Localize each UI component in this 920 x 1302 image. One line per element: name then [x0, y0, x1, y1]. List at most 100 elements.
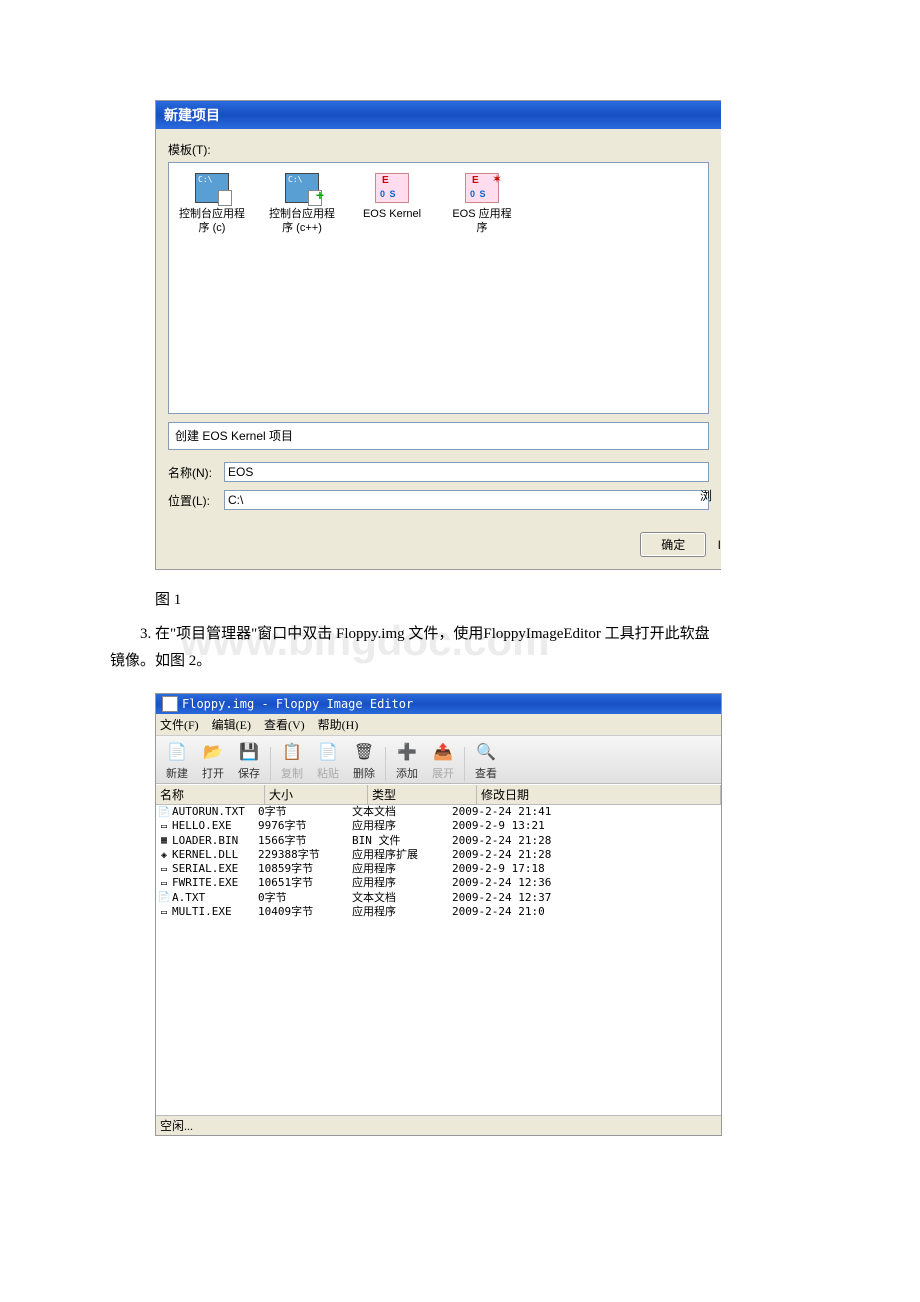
toolbar-separator	[385, 747, 386, 781]
toolbar-粘贴: 📄粘贴	[311, 740, 345, 781]
menu-file[interactable]: 文件(F)	[160, 718, 199, 732]
app-icon	[162, 696, 178, 712]
toolbar-查看[interactable]: 🔍查看	[469, 740, 503, 781]
menu-view[interactable]: 查看(V)	[264, 718, 305, 732]
file-date: 2009-2-9 13:21	[452, 819, 721, 833]
删除-icon: 🗑	[351, 740, 377, 764]
file-type: 应用程序	[352, 862, 452, 876]
file-size: 10651字节	[258, 876, 352, 890]
file-row[interactable]: ▭SERIAL.EXE10859字节应用程序2009-2-9 17:18	[156, 862, 721, 876]
file-name: A.TXT	[172, 891, 258, 905]
file-row[interactable]: ▭FWRITE.EXE10651字节应用程序2009-2-24 12:36	[156, 876, 721, 890]
template-eos-kernel[interactable]: EOS Kernel	[357, 173, 427, 221]
file-icon: 📄	[158, 891, 170, 905]
toolbar-label: 查看	[469, 765, 503, 781]
new-project-dialog: 新建项目 模板(T): 控制台应用程序 (c) + 控制台应用程序 (c++) …	[155, 100, 721, 570]
file-list[interactable]: 📄AUTORUN.TXT0字节文本文档2009-2-24 21:41▭HELLO…	[156, 805, 721, 1115]
toolbar-添加[interactable]: ➕添加	[390, 740, 424, 781]
file-type: 文本文档	[352, 891, 452, 905]
template-description: 创建 EOS Kernel 项目	[168, 422, 709, 450]
file-name: HELLO.EXE	[172, 819, 258, 833]
file-row[interactable]: ◈KERNEL.DLL229388字节应用程序扩展2009-2-24 21:28	[156, 848, 721, 862]
location-label: 位置(L):	[168, 492, 218, 509]
menubar[interactable]: 文件(F) 编辑(E) 查看(V) 帮助(H)	[156, 714, 721, 736]
toolbar-label: 新建	[160, 765, 194, 781]
file-date: 2009-2-9 17:18	[452, 862, 721, 876]
menu-edit[interactable]: 编辑(E)	[212, 718, 251, 732]
file-row[interactable]: ▭MULTI.EXE10409字节应用程序2009-2-24 21:0	[156, 905, 721, 919]
eos-icon	[375, 173, 409, 203]
template-console-c[interactable]: 控制台应用程序 (c)	[177, 173, 247, 236]
templates-label: 模板(T):	[156, 139, 721, 160]
location-row: 位置(L):	[156, 486, 721, 514]
file-size: 10859字节	[258, 862, 352, 876]
file-date: 2009-2-24 21:28	[452, 834, 721, 848]
cancel-stub: I	[718, 538, 721, 552]
file-type: 应用程序扩展	[352, 848, 452, 862]
paragraph-text: 3. 在"项目管理器"窗口中双击 Floppy.img 文件，使用FloppyI…	[110, 626, 710, 669]
file-icon: ▭	[158, 905, 170, 919]
location-input[interactable]	[224, 490, 709, 510]
toolbar-label: 粘贴	[311, 765, 345, 781]
template-label: 控制台应用程序 (c++)	[267, 207, 337, 236]
toolbar-label: 展开	[426, 765, 460, 781]
eos-app-icon: ✶	[465, 173, 499, 203]
file-row[interactable]: 📄A.TXT0字节文本文档2009-2-24 12:37	[156, 891, 721, 905]
col-size[interactable]: 大小	[265, 785, 368, 804]
editor-title: Floppy.img - Floppy Image Editor	[182, 697, 413, 711]
toolbar-label: 保存	[232, 765, 266, 781]
editor-titlebar: Floppy.img - Floppy Image Editor	[156, 694, 721, 714]
展开-icon: 📤	[430, 740, 456, 764]
添加-icon: ➕	[394, 740, 420, 764]
file-size: 0字节	[258, 891, 352, 905]
toolbar-打开[interactable]: 📂打开	[196, 740, 230, 781]
name-input[interactable]	[224, 462, 709, 482]
col-name[interactable]: 名称	[156, 785, 265, 804]
file-type: BIN 文件	[352, 834, 452, 848]
file-name: SERIAL.EXE	[172, 862, 258, 876]
file-icon: ▭	[158, 819, 170, 833]
file-icon: 📄	[158, 805, 170, 819]
browse-button[interactable]: 浏	[700, 487, 712, 504]
toolbar-separator	[270, 747, 271, 781]
toolbar-复制: 📋复制	[275, 740, 309, 781]
file-name: KERNEL.DLL	[172, 848, 258, 862]
file-icon: ▭	[158, 876, 170, 890]
file-type: 应用程序	[352, 905, 452, 919]
file-name: LOADER.BIN	[172, 834, 258, 848]
templates-list[interactable]: 控制台应用程序 (c) + 控制台应用程序 (c++) EOS Kernel ✶…	[168, 162, 709, 414]
file-type: 应用程序	[352, 819, 452, 833]
file-row[interactable]: 📄AUTORUN.TXT0字节文本文档2009-2-24 21:41	[156, 805, 721, 819]
新建-icon: 📄	[164, 740, 190, 764]
file-date: 2009-2-24 21:0	[452, 905, 721, 919]
toolbar-separator	[464, 747, 465, 781]
name-row: 名称(N):	[156, 458, 721, 486]
ok-button[interactable]: 确定	[640, 532, 706, 557]
template-label: EOS 应用程序	[447, 207, 517, 236]
查看-icon: 🔍	[473, 740, 499, 764]
toolbar-保存[interactable]: 💾保存	[232, 740, 266, 781]
file-date: 2009-2-24 12:36	[452, 876, 721, 890]
file-size: 0字节	[258, 805, 352, 819]
file-row[interactable]: ▭HELLO.EXE9976字节应用程序2009-2-9 13:21	[156, 819, 721, 833]
toolbar-删除[interactable]: 🗑删除	[347, 740, 381, 781]
menu-help[interactable]: 帮助(H)	[318, 718, 359, 732]
file-name: AUTORUN.TXT	[172, 805, 258, 819]
file-name: MULTI.EXE	[172, 905, 258, 919]
template-console-cpp[interactable]: + 控制台应用程序 (c++)	[267, 173, 337, 236]
file-size: 229388字节	[258, 848, 352, 862]
打开-icon: 📂	[200, 740, 226, 764]
toolbar-新建[interactable]: 📄新建	[160, 740, 194, 781]
file-type: 应用程序	[352, 876, 452, 890]
col-date[interactable]: 修改日期	[477, 785, 721, 804]
button-row: 确定 I	[156, 514, 721, 569]
file-size: 10409字节	[258, 905, 352, 919]
console-plus-icon: +	[285, 173, 319, 203]
file-date: 2009-2-24 21:28	[452, 848, 721, 862]
file-size: 9976字节	[258, 819, 352, 833]
file-row[interactable]: ▦LOADER.BIN1566字节BIN 文件2009-2-24 21:28	[156, 834, 721, 848]
col-type[interactable]: 类型	[368, 785, 477, 804]
dialog-body: 模板(T): 控制台应用程序 (c) + 控制台应用程序 (c++) EOS K…	[156, 129, 721, 569]
复制-icon: 📋	[279, 740, 305, 764]
template-eos-app[interactable]: ✶ EOS 应用程序	[447, 173, 517, 236]
